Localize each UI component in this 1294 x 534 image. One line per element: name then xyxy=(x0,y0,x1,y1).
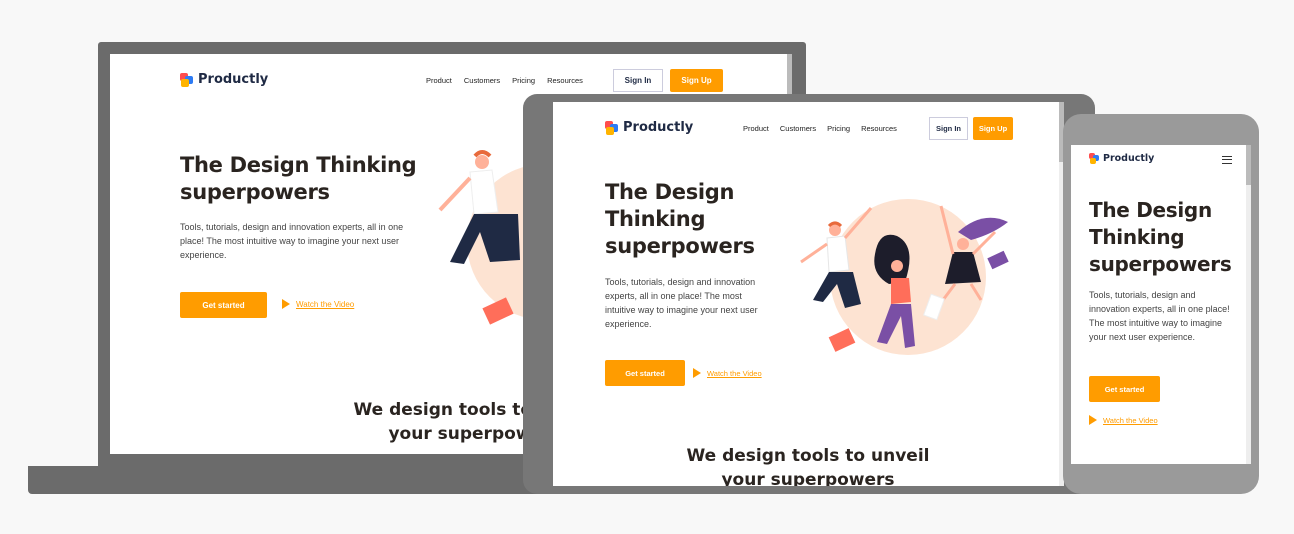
logo-icon xyxy=(1089,153,1100,164)
brand-name: Productly xyxy=(623,120,694,135)
watch-video-link[interactable]: Watch the Video xyxy=(1089,415,1158,425)
logo-icon xyxy=(180,72,194,87)
hero-title-line: superpowers xyxy=(1089,252,1232,276)
brand-logo[interactable]: Productly xyxy=(1089,153,1154,164)
hero-title-line: Thinking xyxy=(1089,225,1185,249)
get-started-button[interactable]: Get started xyxy=(605,360,685,386)
nav-item-customers[interactable]: Customers xyxy=(464,76,500,85)
sign-in-button[interactable]: Sign In xyxy=(929,117,968,140)
brand-name: Productly xyxy=(198,72,269,87)
brand-name: Productly xyxy=(1103,153,1155,164)
nav-item-product[interactable]: Product xyxy=(743,124,769,133)
phone-screen: Productly The Design Thinking superpower… xyxy=(1071,145,1251,464)
figure-head xyxy=(475,155,489,169)
sign-in-button[interactable]: Sign In xyxy=(613,69,663,92)
hero-description: Tools, tutorials, design and innovation … xyxy=(605,277,758,329)
main-nav: Product Customers Pricing Resources xyxy=(743,124,897,133)
hero-title-line: Thinking xyxy=(605,207,706,231)
menu-icon[interactable] xyxy=(1222,156,1232,164)
sign-up-button[interactable]: Sign Up xyxy=(670,69,723,92)
nav-item-customers[interactable]: Customers xyxy=(780,124,816,133)
section-title-line: your superpowers xyxy=(721,470,895,486)
section-title: We design tools to unveil your superpowe… xyxy=(648,444,968,486)
watch-video-link[interactable]: Watch the Video xyxy=(282,299,354,309)
hero-title: The Design Thinking superpowers xyxy=(605,179,755,260)
hero-description: Tools, tutorials, design and innovation … xyxy=(1089,290,1230,342)
hero-title-line: The Design xyxy=(605,180,735,204)
get-started-button[interactable]: Get started xyxy=(1089,376,1160,402)
main-nav: Product Customers Pricing Resources xyxy=(426,76,583,85)
brand-logo[interactable]: Productly xyxy=(180,72,268,87)
tablet-screen: Productly Product Customers Pricing Reso… xyxy=(553,102,1064,486)
brand-logo[interactable]: Productly xyxy=(605,120,693,135)
sign-up-button[interactable]: Sign Up xyxy=(973,117,1013,140)
nav-item-pricing[interactable]: Pricing xyxy=(512,76,535,85)
responsive-mockup-stage: Productly Product Customers Pricing Reso… xyxy=(0,0,1294,534)
watch-video-label: Watch the Video xyxy=(1103,415,1158,425)
phone-scrollbar[interactable] xyxy=(1246,145,1251,464)
play-icon xyxy=(693,368,701,378)
laptop-base xyxy=(28,466,588,494)
play-icon xyxy=(1089,415,1097,425)
nav-item-product[interactable]: Product xyxy=(426,76,452,85)
hero-title-line: The Design xyxy=(1089,198,1212,222)
watch-video-label: Watch the Video xyxy=(707,368,762,378)
play-icon xyxy=(282,299,290,309)
get-started-button[interactable]: Get started xyxy=(180,292,267,318)
hero-title-line: superpowers xyxy=(180,180,330,204)
nav-item-resources[interactable]: Resources xyxy=(547,76,583,85)
hero-illustration xyxy=(800,199,1009,355)
section-title-line: We design tools to unveil xyxy=(686,446,930,466)
nav-item-resources[interactable]: Resources xyxy=(861,124,897,133)
nav-item-pricing[interactable]: Pricing xyxy=(827,124,850,133)
hero-title-line: superpowers xyxy=(605,234,755,258)
watch-video-label: Watch the Video xyxy=(296,299,355,309)
book-shape xyxy=(828,328,856,352)
hero-title-line: The Design Thinking xyxy=(180,153,417,177)
hero-title: The Design Thinking superpowers xyxy=(1089,197,1232,278)
hero-description: Tools, tutorials, design and innovation … xyxy=(180,222,404,260)
hero-title: The Design Thinking superpowers xyxy=(180,152,417,206)
watch-video-link[interactable]: Watch the Video xyxy=(693,368,762,378)
logo-icon xyxy=(605,120,619,135)
